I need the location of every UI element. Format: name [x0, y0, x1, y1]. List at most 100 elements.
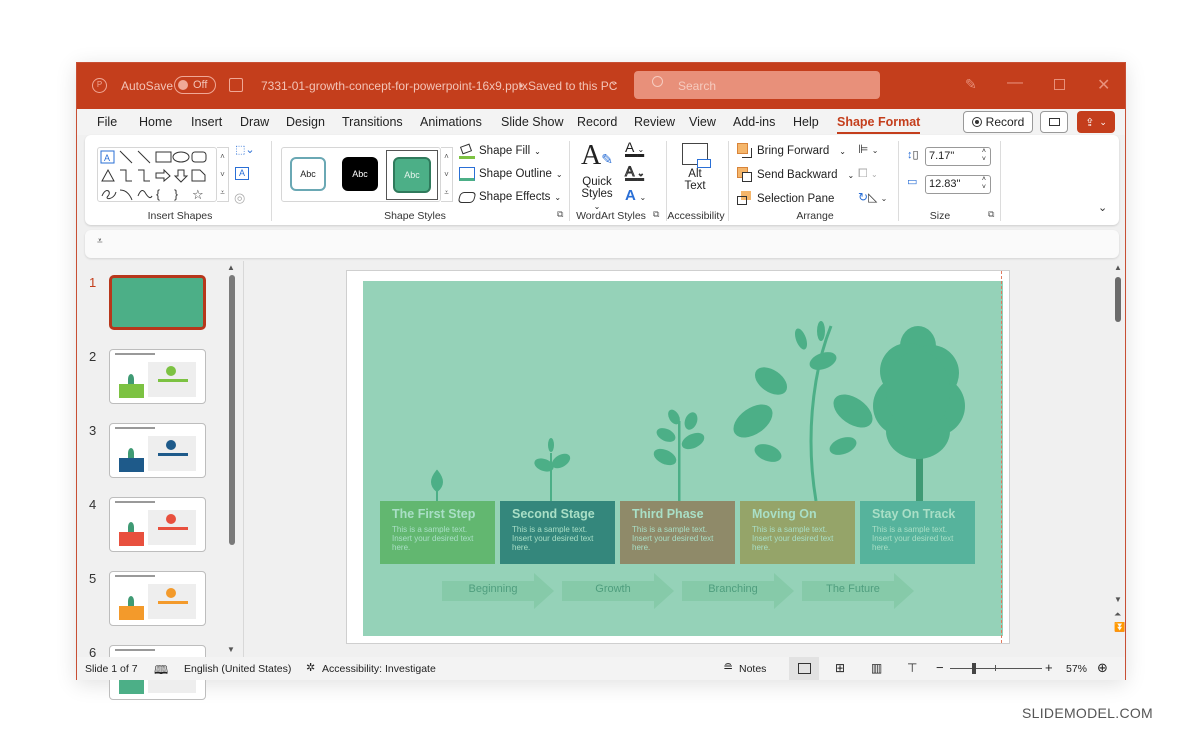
reading-view-icon[interactable]: ▥ [871, 661, 882, 675]
selection-outline[interactable] [1001, 271, 1002, 643]
tab-record[interactable]: Record [577, 115, 617, 129]
slide-sorter-icon[interactable]: ⊞ [835, 661, 845, 675]
timeline-arrow[interactable]: Growth [562, 573, 674, 609]
text-box-icon[interactable]: A [235, 167, 249, 180]
slide-background[interactable]: The First Step This is a sample text. Ins… [363, 281, 1003, 636]
search-input[interactable]: Search [678, 79, 716, 93]
zoom-in-button[interactable]: + [1045, 660, 1053, 675]
slideshow-view-icon[interactable]: ⊤ [907, 661, 917, 675]
slide-canvas[interactable]: The First Step This is a sample text. Ins… [346, 270, 1010, 644]
shape-fill-button[interactable]: Shape Fill ⌄ [459, 143, 541, 159]
alt-text-button[interactable]: Alt Text [675, 143, 715, 192]
thumbnail-badge [166, 514, 176, 524]
styles-gallery-scroll[interactable]: ˄ ˅ ⩡ [441, 147, 453, 202]
search-box[interactable]: Search [634, 71, 880, 99]
quick-styles-button[interactable]: A✎ Quick Styles ⌄ [577, 141, 617, 212]
share-button[interactable]: ⇪ ⌄ [1077, 111, 1115, 133]
text-effects-button[interactable]: A ⌄ [625, 187, 646, 204]
send-backward-button[interactable]: Send Backward ⌄ [737, 167, 854, 183]
shape-styles-dialog-launcher[interactable]: ⧉ [557, 209, 563, 220]
wordart-dialog-launcher[interactable]: ⧉ [653, 209, 659, 220]
rotate-icon[interactable]: ↻◺ ⌄ [858, 190, 887, 204]
size-dialog-launcher[interactable]: ⧉ [988, 209, 994, 220]
minimize-button[interactable]: — [1007, 74, 1023, 92]
accessibility-status[interactable]: Accessibility: Investigate [322, 663, 436, 675]
normal-view-button[interactable] [789, 657, 819, 680]
thumbnail-scrollbar[interactable] [229, 275, 235, 545]
editor-scrollbar[interactable] [1115, 277, 1121, 322]
tab-add-ins[interactable]: Add-ins [733, 115, 775, 129]
close-button[interactable]: ✕ [1097, 75, 1110, 95]
timeline-arrow[interactable]: The Future [802, 573, 914, 609]
record-button[interactable]: Record [963, 111, 1033, 133]
tab-file[interactable]: File [97, 115, 117, 129]
editor-scroll-down[interactable]: ▼ [1114, 595, 1122, 604]
customize-qat-icon[interactable]: ⩡ [97, 236, 103, 247]
editor-scroll-up[interactable]: ▲ [1114, 263, 1122, 272]
tab-shape-format[interactable]: Shape Format [837, 115, 921, 134]
thumbnail-title [115, 575, 155, 577]
timeline-arrow[interactable]: Branching [682, 573, 794, 609]
stage-card[interactable]: Third Phase This is a sample text. Insert… [620, 501, 735, 564]
tab-view[interactable]: View [689, 115, 716, 129]
spell-check-icon[interactable]: 🕮 [154, 661, 168, 682]
shape-outline-button[interactable]: Shape Outline ⌄ [459, 167, 563, 181]
stage-card[interactable]: Stay On Track This is a sample text. Inse… [860, 501, 975, 564]
selection-pane-button[interactable]: Selection Pane [737, 191, 834, 207]
height-input[interactable]: 7.17" ˄ ˅ [925, 147, 991, 166]
tab-help[interactable]: Help [793, 115, 819, 129]
slide-thumbnail-5[interactable] [109, 571, 206, 626]
tab-draw[interactable]: Draw [240, 115, 269, 129]
zoom-slider-track[interactable] [950, 668, 1042, 669]
designer-pen-icon[interactable]: ✎ [965, 76, 977, 93]
save-icon[interactable] [229, 78, 243, 92]
tab-home[interactable]: Home [139, 115, 172, 129]
comments-button[interactable] [1040, 111, 1068, 133]
slide-thumbnail-4[interactable] [109, 497, 206, 552]
width-input[interactable]: 12.83" ˄ ˅ [925, 175, 991, 194]
style-preset-dark[interactable]: Abc [342, 157, 378, 191]
stage-card[interactable]: Moving On This is a sample text. Insert y… [740, 501, 855, 564]
zoom-slider-thumb[interactable] [971, 663, 976, 674]
slide-thumbnail-1[interactable] [109, 275, 206, 330]
pane-divider[interactable] [243, 261, 244, 657]
bring-forward-button[interactable]: Bring Forward ⌄ [737, 143, 846, 159]
style-preset-outline[interactable]: Abc [290, 157, 326, 191]
notes-button[interactable]: Notes [739, 663, 766, 675]
fit-to-window-icon[interactable]: ⊕ [1097, 660, 1108, 676]
slide-thumbnail-2[interactable] [109, 349, 206, 404]
timeline-arrow[interactable]: Beginning [442, 573, 554, 609]
zoom-out-button[interactable]: − [936, 660, 944, 675]
thumbnail-scroll-down[interactable]: ▼ [227, 645, 235, 654]
width-spinner[interactable]: ˄ ˅ [982, 176, 986, 192]
text-fill-button[interactable]: A ⌄ [625, 139, 644, 155]
selection-pane-icon [737, 191, 753, 207]
stage-card[interactable]: Second Stage This is a sample text. Inser… [500, 501, 615, 564]
tab-insert[interactable]: Insert [191, 115, 222, 129]
shapes-gallery[interactable]: A { } ☆ [97, 147, 217, 202]
edit-shape-icon[interactable]: ⬚⌄ [235, 143, 255, 156]
shapes-gallery-scroll[interactable]: ˄ ˅ ⩡ [217, 147, 229, 202]
slide-thumbnail-3[interactable] [109, 423, 206, 478]
language-status[interactable]: English (United States) [184, 663, 291, 675]
stage-card[interactable]: The First Step This is a sample text. Ins… [380, 501, 495, 564]
text-outline-button[interactable]: A ⌄ [624, 163, 644, 180]
zoom-level[interactable]: 57% [1066, 663, 1087, 675]
next-slide-button[interactable]: ⏬ [1114, 622, 1125, 633]
save-status[interactable]: Saved to this PC [528, 79, 617, 93]
tab-review[interactable]: Review [634, 115, 675, 129]
shape-effects-button[interactable]: Shape Effects ⌄ [457, 191, 561, 203]
tab-transitions[interactable]: Transitions [342, 115, 403, 129]
maximize-button[interactable] [1054, 79, 1065, 90]
tab-design[interactable]: Design [286, 115, 325, 129]
tab-slide-show[interactable]: Slide Show [501, 115, 564, 129]
autosave-toggle[interactable]: Off [174, 76, 216, 94]
tab-animations[interactable]: Animations [420, 115, 482, 129]
style-preset-green-selected[interactable]: Abc [386, 150, 438, 200]
group-icon: ⧠ ⌄ [858, 166, 878, 180]
collapse-ribbon-icon[interactable]: ⌄ [1098, 201, 1107, 214]
thumbnail-scroll-up[interactable]: ▲ [227, 263, 235, 272]
previous-slide-button[interactable]: ⏶ [1114, 609, 1121, 620]
height-spinner[interactable]: ˄ ˅ [982, 148, 986, 164]
align-icon[interactable]: ⊫ ⌄ [858, 142, 879, 156]
